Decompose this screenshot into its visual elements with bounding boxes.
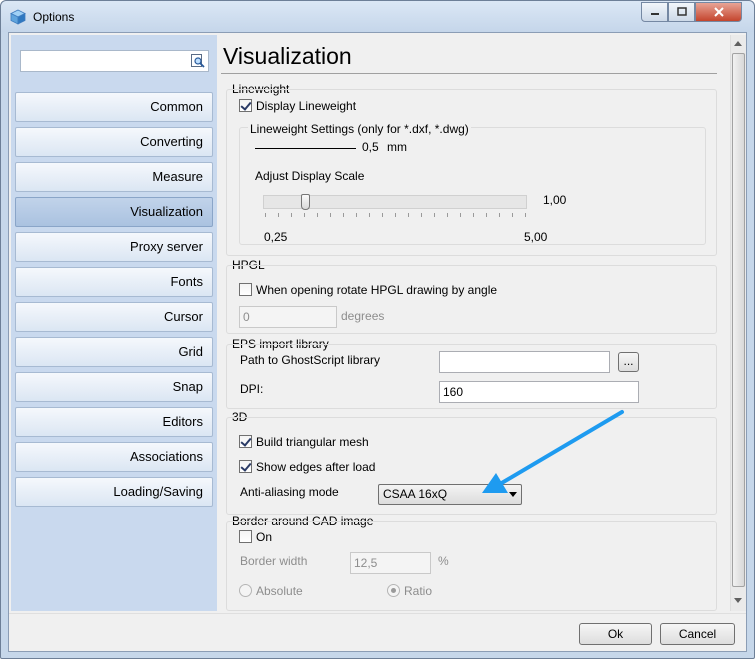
ok-button[interactable]: Ok bbox=[579, 623, 652, 645]
maximize-button[interactable] bbox=[668, 2, 695, 22]
sidebar-item-fonts[interactable]: Fonts bbox=[15, 267, 213, 297]
sidebar: Common Converting Measure Visualization Prox… bbox=[11, 35, 217, 611]
app-icon bbox=[10, 9, 26, 25]
sidebar-item-measure[interactable]: Measure bbox=[15, 162, 213, 192]
dialog-body: Common Converting Measure Visualization Prox… bbox=[8, 32, 747, 652]
sidebar-item-visualization[interactable]: Visualization bbox=[15, 197, 213, 227]
visualization-panel: Visualization Lineweight Display Linewei… bbox=[221, 35, 730, 611]
minimize-icon bbox=[650, 13, 659, 15]
content-scrollbar[interactable] bbox=[730, 35, 746, 611]
sidebar-item-editors[interactable]: Editors bbox=[15, 407, 213, 437]
sidebar-item-grid[interactable]: Grid bbox=[15, 337, 213, 367]
close-button[interactable] bbox=[695, 2, 742, 22]
scroll-down-icon[interactable] bbox=[734, 598, 742, 603]
annotation-arrow bbox=[482, 410, 624, 493]
sidebar-item-snap[interactable]: Snap bbox=[15, 372, 213, 402]
sidebar-item-loading-saving[interactable]: Loading/Saving bbox=[15, 477, 213, 507]
cancel-button[interactable]: Cancel bbox=[660, 623, 735, 645]
minimize-button[interactable] bbox=[641, 2, 668, 22]
dialog-footer: Ok Cancel bbox=[9, 613, 746, 651]
scroll-thumb[interactable] bbox=[732, 53, 745, 587]
sidebar-item-converting[interactable]: Converting bbox=[15, 127, 213, 157]
sidebar-item-proxy-server[interactable]: Proxy server bbox=[15, 232, 213, 262]
sidebar-item-common[interactable]: Common bbox=[15, 92, 213, 122]
options-window: Options Common Converting Measure Visualiza… bbox=[0, 0, 755, 659]
title-bar[interactable]: Options bbox=[1, 1, 754, 32]
maximize-icon bbox=[676, 7, 687, 16]
window-title: Options bbox=[33, 10, 75, 24]
search-input[interactable] bbox=[20, 50, 209, 72]
close-icon bbox=[713, 7, 724, 17]
sidebar-item-associations[interactable]: Associations bbox=[15, 442, 213, 472]
search-icon[interactable] bbox=[191, 54, 205, 68]
scroll-up-icon[interactable] bbox=[734, 41, 742, 46]
sidebar-item-cursor[interactable]: Cursor bbox=[15, 302, 213, 332]
